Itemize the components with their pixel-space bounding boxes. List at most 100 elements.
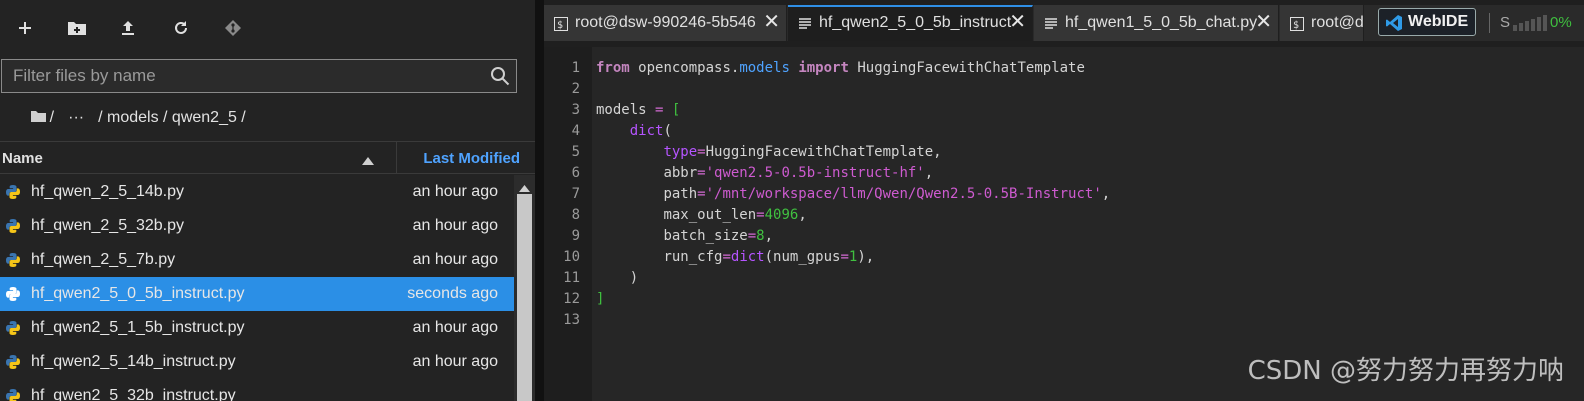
tab-terminal-1[interactable]: $ root@dsw-990246-5b546 ✕ <box>544 5 787 41</box>
tab-label: root@dsw-990246-5b546 <box>575 14 756 31</box>
file-filter-search <box>1 59 517 93</box>
file-name: hf_qwen_2_5_32b.py <box>31 217 185 234</box>
breadcrumb-path[interactable]: / models / qwen2_5 / <box>98 109 246 127</box>
python-file-icon <box>5 354 21 375</box>
breadcrumb-root[interactable]: / <box>50 109 54 127</box>
status-percent: 0% <box>1550 14 1572 31</box>
file-row[interactable]: hf_qwen2_5_14b_instruct.py an hour ago <box>0 345 514 379</box>
line-number: 11 <box>563 270 580 286</box>
column-divider <box>396 142 397 174</box>
line-number: 6 <box>571 165 580 181</box>
folder-icon[interactable] <box>4 91 46 145</box>
close-icon[interactable]: ✕ <box>1009 11 1026 33</box>
file-name: hf_qwen_2_5_7b.py <box>31 251 176 268</box>
code-line-5: type=HuggingFacewithChatTemplate, <box>663 144 942 160</box>
file-row[interactable]: hf_qwen2_5_32b_instruct.py <box>0 379 514 401</box>
file-browser-panel: / ··· / models / qwen2_5 / Name Last Mod… <box>0 0 535 401</box>
file-list-header: Name Last Modified <box>0 141 535 174</box>
file-name: hf_qwen_2_5_14b.py <box>31 183 185 200</box>
python-file-icon <box>5 218 21 239</box>
line-number: 12 <box>563 291 580 307</box>
new-folder-icon[interactable] <box>61 12 93 44</box>
git-clone-icon[interactable] <box>217 12 249 44</box>
search-icon[interactable] <box>490 66 510 91</box>
file-name: hf_qwen2_5_32b_instruct.py <box>31 387 236 401</box>
file-name: hf_qwen2_5_14b_instruct.py <box>31 353 236 370</box>
code-line-10: run_cfg=dict(num_gpus=1), <box>663 249 875 265</box>
close-icon[interactable]: ✕ <box>1255 11 1272 33</box>
code-line-12: ] <box>596 291 605 307</box>
line-number: 7 <box>571 186 580 202</box>
watermark: CSDN @努力努力再努力呐 <box>1247 356 1564 386</box>
breadcrumb-ellipsis[interactable]: ··· <box>68 109 84 127</box>
file-modified: an hour ago <box>412 183 498 200</box>
file-modified: an hour ago <box>412 353 498 370</box>
line-number: 8 <box>571 207 580 223</box>
svg-text:$: $ <box>557 20 563 31</box>
svg-text:$: $ <box>1293 20 1299 31</box>
file-modified: an hour ago <box>412 251 498 268</box>
line-number: 5 <box>571 144 580 160</box>
python-file-icon <box>5 252 21 273</box>
line-number: 10 <box>563 249 580 265</box>
file-name: hf_qwen2_5_1_5b_instruct.py <box>31 319 245 336</box>
code-line-1: from opencompass.models import HuggingFa… <box>596 60 1085 76</box>
text-file-icon <box>798 17 812 36</box>
code-area[interactable]: from opencompass.models import HuggingFa… <box>592 47 1584 401</box>
tab-qwen1-5-chat[interactable]: hf_qwen1_5_0_5b_chat.py ✕ <box>1034 5 1279 41</box>
vscode-icon <box>1385 14 1403 37</box>
code-editor[interactable]: 1 2 3 4 5 6 7 8 9 10 11 12 13 from openc… <box>544 47 1584 401</box>
search-input[interactable] <box>2 60 472 92</box>
sort-ascending-icon[interactable] <box>362 152 374 169</box>
column-header-name[interactable]: Name <box>2 150 43 167</box>
code-line-11: ) <box>629 270 639 286</box>
text-file-icon <box>1044 17 1058 36</box>
file-row[interactable]: hf_qwen_2_5_7b.py an hour ago <box>0 243 514 277</box>
file-row-selected[interactable]: hf_qwen2_5_0_5b_instruct.py seconds ago <box>0 277 514 311</box>
code-line-7: path='/mnt/workspace/llm/Qwen/Qwen2.5-0.… <box>663 186 1111 202</box>
python-file-icon <box>5 286 21 307</box>
tab-terminal-2[interactable]: $ root@ds <box>1280 5 1364 41</box>
line-number: 2 <box>571 81 580 97</box>
tab-label: hf_qwen1_5_0_5b_chat.py <box>1065 14 1258 31</box>
breadcrumb: / ··· / models / qwen2_5 / <box>4 106 246 130</box>
webide-button[interactable]: WebIDE <box>1378 8 1476 36</box>
code-line-4: dict( <box>629 123 672 139</box>
terminal-icon: $ <box>1290 17 1304 36</box>
resource-meter <box>1513 15 1547 36</box>
webide-label: WebIDE <box>1408 13 1469 30</box>
tab-label: hf_qwen2_5_0_5b_instruct <box>819 14 1012 31</box>
toolbar-separator <box>1489 13 1490 33</box>
status-letter: S <box>1500 14 1511 31</box>
line-number: 9 <box>571 228 580 244</box>
python-file-icon <box>5 184 21 205</box>
file-row[interactable]: hf_qwen2_5_1_5b_instruct.py an hour ago <box>0 311 514 345</box>
tab-label: root@ds <box>1311 14 1364 31</box>
upload-icon[interactable] <box>112 12 144 44</box>
file-row[interactable]: hf_qwen_2_5_14b.py an hour ago <box>0 175 514 209</box>
line-number: 4 <box>571 123 580 139</box>
line-number: 1 <box>571 60 580 76</box>
tab-bar: $ root@dsw-990246-5b546 ✕ hf_qwen2_5_0_5… <box>544 5 1584 41</box>
file-row[interactable]: hf_qwen_2_5_32b.py an hour ago <box>0 209 514 243</box>
plus-icon[interactable] <box>9 12 41 44</box>
scrollbar-thumb[interactable] <box>517 194 532 401</box>
file-modified: an hour ago <box>412 217 498 234</box>
line-number-gutter: 1 2 3 4 5 6 7 8 9 10 11 12 13 <box>544 47 592 401</box>
column-header-last-modified[interactable]: Last Modified <box>423 150 520 167</box>
close-icon[interactable]: ✕ <box>763 11 780 33</box>
line-number: 3 <box>571 102 580 118</box>
tab-qwen2-5-instruct[interactable]: hf_qwen2_5_0_5b_instruct ✕ <box>788 5 1033 41</box>
code-line-9: batch_size=8, <box>663 228 774 244</box>
file-name: hf_qwen2_5_0_5b_instruct.py <box>31 285 245 302</box>
python-file-icon <box>5 320 21 341</box>
file-modified: seconds ago <box>407 285 498 302</box>
editor-area: $ root@dsw-990246-5b546 ✕ hf_qwen2_5_0_5… <box>544 0 1584 401</box>
file-list-scrollbar[interactable] <box>514 175 535 401</box>
file-list: hf_qwen_2_5_14b.py an hour ago hf_qwen_2… <box>0 175 514 401</box>
refresh-icon[interactable] <box>165 12 197 44</box>
code-line-6: abbr='qwen2.5-0.5b-instruct-hf', <box>663 165 934 181</box>
code-line-8: max_out_len=4096, <box>663 207 807 223</box>
file-modified: an hour ago <box>412 319 498 336</box>
file-browser-toolbar <box>0 0 535 54</box>
